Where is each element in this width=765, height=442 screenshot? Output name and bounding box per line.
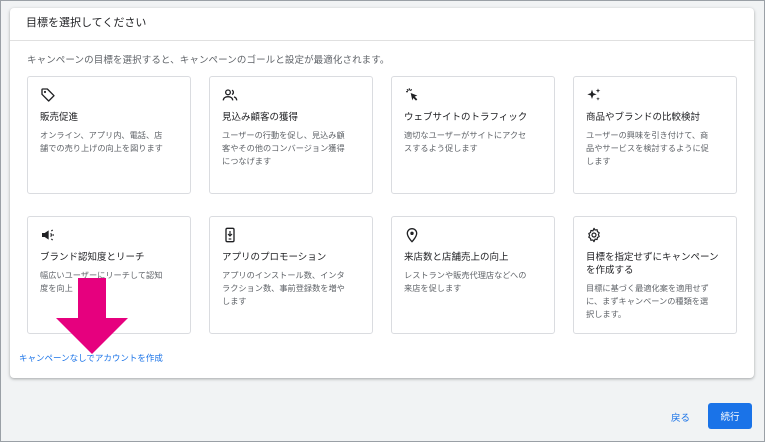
- goal-card-title: アプリのプロモーション: [222, 252, 327, 263]
- panel-header: 目標を選択してください: [10, 8, 754, 41]
- goal-card-description: アプリのインストール数、インタ ラクション数、事前登録数を増や します: [222, 270, 345, 306]
- goal-card-consideration[interactable]: 商品やブランドの比較検討 ユーザーの興味を引き付けて、商 品やサービスを検討する…: [573, 76, 737, 194]
- cursor-click-icon: [406, 88, 418, 101]
- gear-icon: [588, 227, 600, 243]
- sparkle-icon: [587, 88, 601, 101]
- goal-card-app-promotion[interactable]: アプリのプロモーション アプリのインストール数、インタ ラクション数、事前登録数…: [209, 216, 373, 334]
- goal-card-title: 見込み顧客の獲得: [222, 112, 299, 123]
- goal-card-title: 販売促進: [40, 112, 79, 123]
- goal-card-title: 商品やブランドの比較検討: [586, 112, 701, 123]
- phone-download-icon: [225, 227, 235, 243]
- goal-card-description: レストランや販売代理店などへの 来店を促します: [404, 270, 527, 293]
- megaphone-icon: [42, 229, 54, 241]
- goal-card-sales[interactable]: 販売促進 オンライン、アプリ内、電話、店 舗での売り上げの向上を図ります: [27, 76, 191, 194]
- people-icon: [222, 89, 238, 101]
- goal-card-description: ユーザーの行動を促し、見込み顧 客やその他のコンバージョン獲得 につなげます: [222, 130, 345, 166]
- back-button[interactable]: 戻る: [671, 410, 690, 424]
- goal-card-title: 来店数と店舗売上の向上: [404, 252, 509, 263]
- goal-card-store-visits[interactable]: 来店数と店舗売上の向上 レストランや販売代理店などへの 来店を促します: [391, 216, 555, 334]
- goal-card-website-traffic[interactable]: ウェブサイトのトラフィック 適切なユーザーがサイトにアクセ スするよう促します: [391, 76, 555, 194]
- down-arrow-annotation-icon: [56, 278, 128, 354]
- goal-card-description: ユーザーの興味を引き付けて、商 品やサービスを検討するように促 します: [586, 130, 709, 166]
- goal-card-leads[interactable]: 見込み顧客の獲得 ユーザーの行動を促し、見込み顧 客やその他のコンバージョン獲得…: [209, 76, 373, 194]
- tag-icon: [41, 88, 55, 102]
- continue-button[interactable]: 続行: [708, 403, 752, 429]
- goal-card-title: 目標を指定せずにキャンペーン を作成する: [586, 252, 719, 276]
- goal-card-description: 適切なユーザーがサイトにアクセ スするよう促します: [404, 130, 527, 153]
- goal-card-title: ウェブサイトのトラフィック: [404, 112, 528, 123]
- goal-card-title: ブランド認知度とリーチ: [40, 252, 145, 263]
- panel-subtitle: キャンペーンの目標を選択すると、キャンペーンのゴールと設定が最適化されます。: [27, 55, 390, 66]
- goal-card-description: 目標に基づく最適化案を適用せず に、まずキャンペーンの種類を選 択します。: [586, 283, 709, 319]
- goal-card-no-goal[interactable]: 目標を指定せずにキャンペーン を作成する 目標に基づく最適化案を適用せず に、ま…: [573, 216, 737, 334]
- location-pin-icon: [406, 228, 418, 243]
- goal-card-description: オンライン、アプリ内、電話、店 舗での売り上げの向上を図ります: [40, 130, 163, 153]
- create-account-without-campaign-link[interactable]: キャンペーンなしでアカウントを作成: [19, 352, 163, 364]
